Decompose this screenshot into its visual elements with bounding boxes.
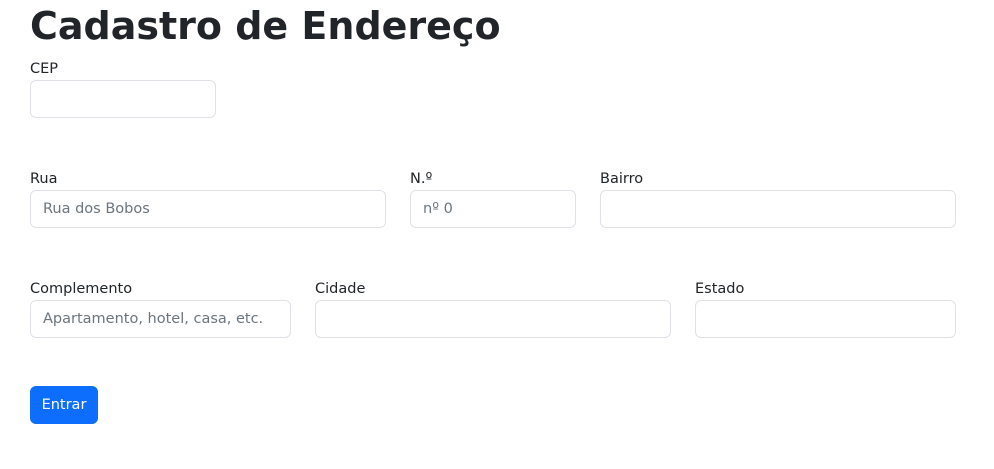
cidade-input[interactable] <box>315 300 671 338</box>
estado-input[interactable] <box>695 300 956 338</box>
estado-label: Estado <box>695 281 745 297</box>
cep-label: CEP <box>30 61 59 77</box>
rua-input[interactable] <box>30 190 386 228</box>
complemento-label: Complemento <box>30 281 133 297</box>
page-title: Cadastro de Endereço <box>30 4 501 48</box>
bairro-label: Bairro <box>600 171 644 187</box>
bairro-input[interactable] <box>600 190 956 228</box>
cep-input[interactable] <box>30 80 216 118</box>
address-registration-page: Cadastro de Endereço CEP Rua N.º Bairro … <box>0 0 994 469</box>
numero-input[interactable] <box>410 190 576 228</box>
complemento-input[interactable] <box>30 300 291 338</box>
rua-label: Rua <box>30 171 58 187</box>
submit-button[interactable]: Entrar <box>30 386 98 424</box>
cidade-label: Cidade <box>315 281 366 297</box>
numero-label: N.º <box>410 171 433 187</box>
